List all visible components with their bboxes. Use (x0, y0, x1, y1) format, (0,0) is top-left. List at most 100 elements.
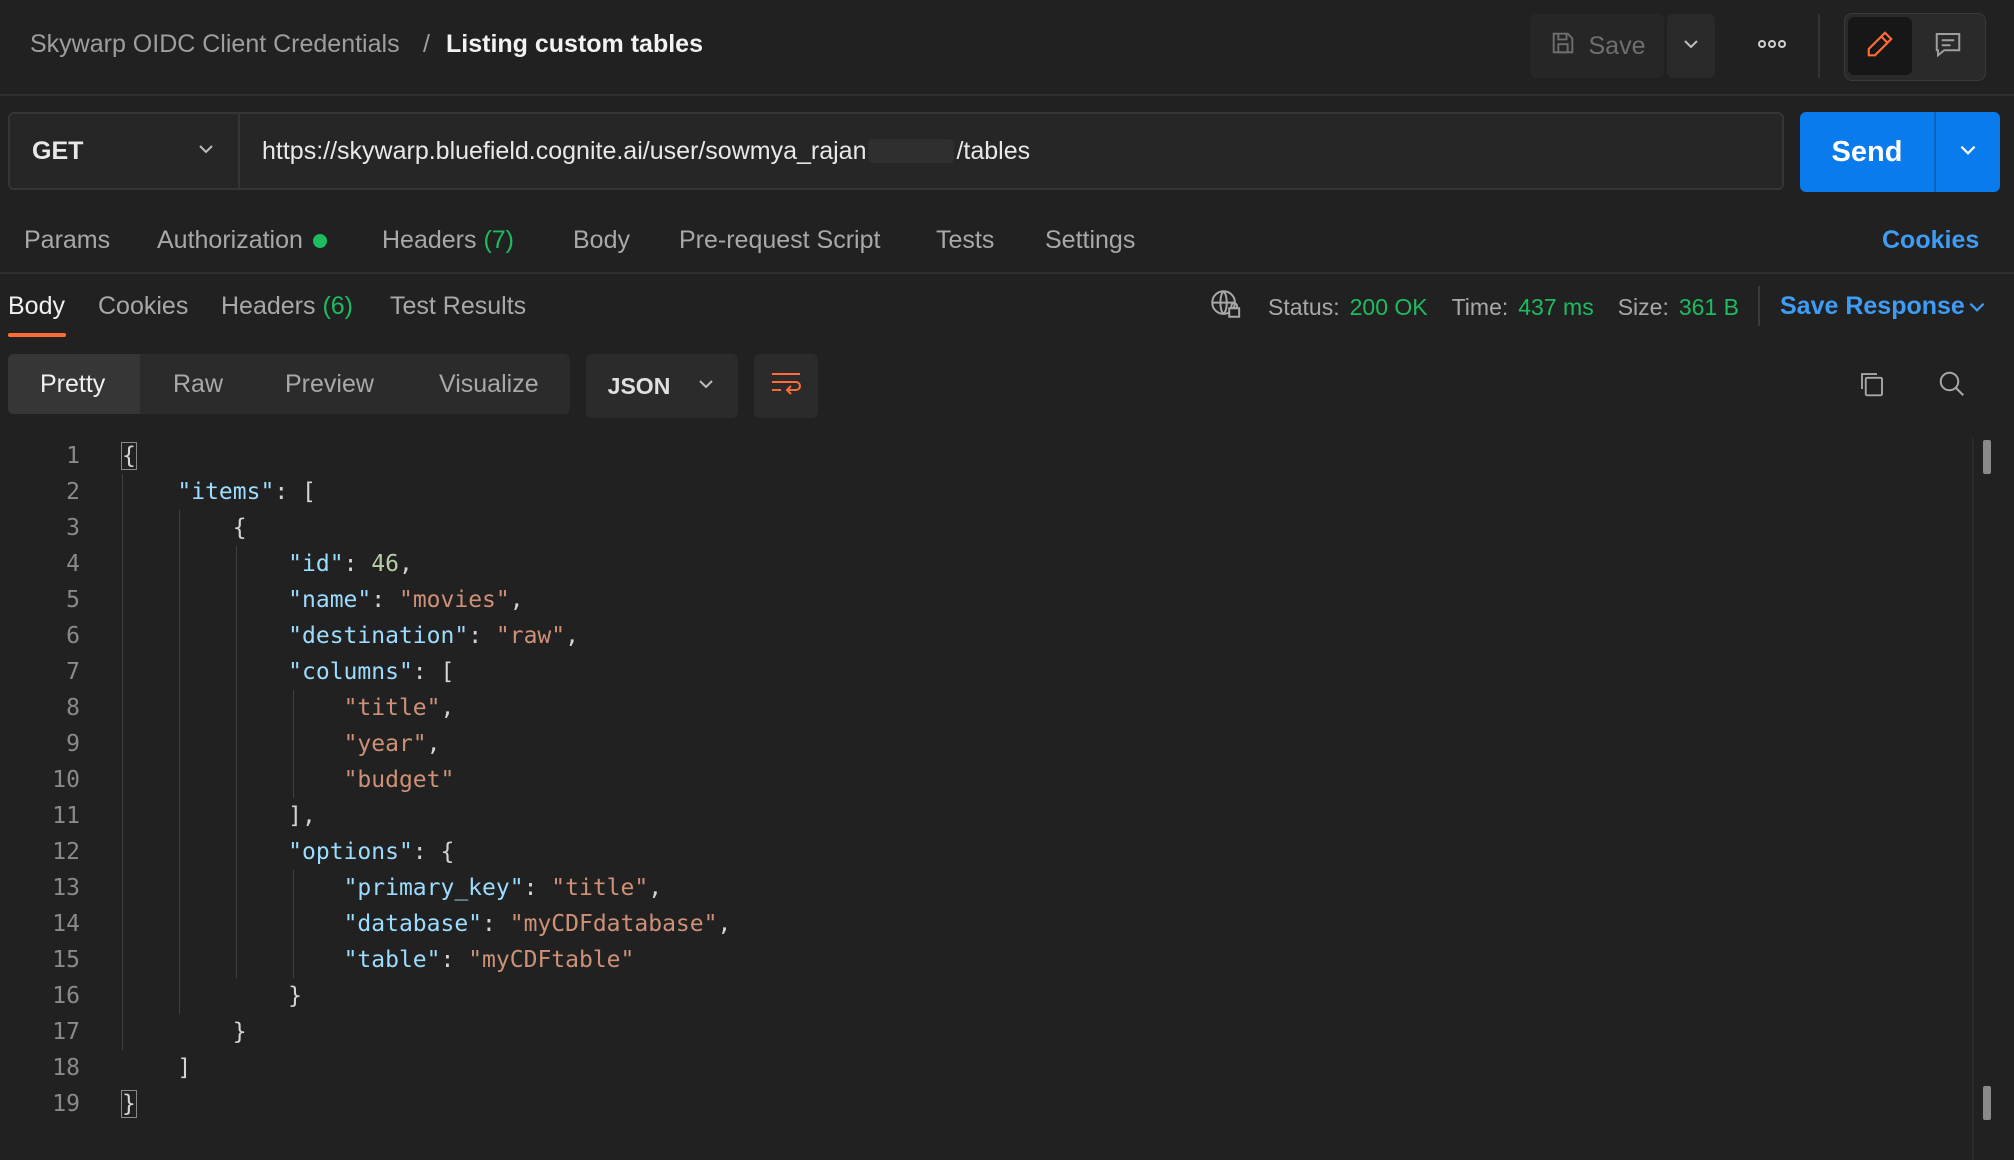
save-button[interactable]: Save (1530, 14, 1664, 78)
size-value[interactable]: 361 B (1679, 294, 1739, 321)
view-raw[interactable]: Raw (173, 370, 223, 399)
chevron-down-icon (196, 139, 216, 164)
save-icon (1549, 29, 1577, 64)
code-line: 18 ] (0, 1050, 1960, 1086)
line-number: 19 (52, 1091, 80, 1117)
response-tab-headers[interactable]: Headers (6) (221, 292, 353, 321)
line-number: 17 (52, 1019, 80, 1045)
scrollbar-marker (1983, 1086, 1991, 1120)
line-number: 15 (52, 947, 80, 973)
code-line: 19} (0, 1086, 1960, 1122)
code-text: "database": "myCDFdatabase", (343, 911, 732, 937)
line-number: 5 (66, 587, 80, 613)
headers-count: (7) (483, 226, 515, 254)
code-line: 17 } (0, 1014, 1960, 1050)
breadcrumb-separator: / (423, 30, 430, 58)
tab-params[interactable]: Params (24, 226, 110, 255)
code-line: 5 "name": "movies", (0, 582, 1960, 618)
code-text: } (122, 983, 303, 1009)
url-prefix: https://skywarp.bluefield.cognite.ai/use… (262, 136, 867, 165)
wrap-lines-button[interactable] (754, 354, 818, 418)
line-number: 8 (66, 695, 80, 721)
search-button[interactable] (1932, 366, 1972, 406)
json-key: "columns" (288, 659, 413, 685)
time-value[interactable]: 437 ms (1518, 294, 1593, 321)
edit-mode-button[interactable] (1848, 17, 1912, 75)
tab-body[interactable]: Body (573, 226, 630, 255)
save-dropdown-button[interactable] (1667, 14, 1715, 78)
ellipsis-icon (1757, 37, 1787, 55)
line-number: 13 (52, 875, 80, 901)
code-line: 16 } (0, 978, 1960, 1014)
code-text: } (121, 1086, 137, 1122)
json-string: "raw" (495, 623, 566, 649)
json-string: "budget" (343, 767, 455, 793)
save-response-button[interactable]: Save Response (1780, 292, 1965, 321)
code-line: 15 "table": "myCDFtable" (0, 942, 1960, 978)
copy-icon (1857, 369, 1887, 404)
tab-authorization[interactable]: Authorization (157, 226, 327, 255)
code-text: "title", (343, 695, 455, 721)
json-string: "movies" (398, 587, 510, 613)
view-preview[interactable]: Preview (285, 370, 374, 399)
code-text: "budget" (122, 762, 455, 798)
scrollbar-track[interactable] (1972, 438, 1974, 1160)
code-text: "items": [ (177, 479, 316, 505)
breadcrumb-collection[interactable]: Skywarp OIDC Client Credentials (30, 30, 400, 59)
code-line: 12 "options": { (0, 834, 1960, 870)
code-line: 3 { (0, 510, 1960, 546)
network-globe-icon[interactable] (1208, 287, 1242, 327)
code-text: "options": { (288, 839, 455, 865)
code-text: ] (122, 1055, 192, 1081)
tab-pre-request-script[interactable]: Pre-request Script (679, 226, 880, 255)
tab-tests[interactable]: Tests (936, 226, 994, 255)
url-suffix: /tables (956, 136, 1031, 165)
code-text: { (121, 438, 137, 474)
chevron-down-icon (1681, 34, 1701, 59)
response-body-editor[interactable]: 1{ 2 "items": [ 3 { 4 "id": 46, 5 "name"… (0, 438, 1960, 1122)
copy-button[interactable] (1852, 366, 1892, 406)
tab-headers[interactable]: Headers (7) (382, 226, 514, 255)
json-string: "myCDFtable" (468, 947, 635, 973)
code-line: 11 ], (0, 798, 1960, 834)
code-text: "table": "myCDFtable" (343, 947, 635, 973)
tab-headers-label: Headers (382, 226, 477, 254)
json-key: "destination" (288, 623, 469, 649)
format-select[interactable]: JSON (586, 354, 738, 418)
code-text: "columns": [ (288, 659, 455, 685)
response-tab-body[interactable]: Body (8, 292, 65, 321)
code-text: "name": "movies", (288, 587, 524, 613)
line-number: 1 (66, 443, 80, 469)
pencil-icon (1865, 29, 1895, 64)
cookies-link[interactable]: Cookies (1882, 226, 1979, 255)
json-string: "title" (343, 695, 441, 721)
breadcrumb-request-name[interactable]: Listing custom tables (446, 30, 703, 59)
json-string: "year" (343, 731, 427, 757)
line-number: 7 (66, 659, 80, 685)
wrap-lines-icon (770, 371, 802, 402)
status-value[interactable]: 200 OK (1350, 294, 1428, 321)
url-input[interactable]: https://skywarp.bluefield.cognite.ai/use… (238, 112, 1784, 190)
send-dropdown-button[interactable] (1936, 112, 2000, 192)
method-select[interactable]: GET (8, 112, 238, 190)
line-number: 9 (66, 731, 80, 757)
more-options-button[interactable] (1740, 14, 1804, 78)
chevron-down-icon[interactable] (1966, 296, 1988, 323)
view-visualize[interactable]: Visualize (439, 370, 539, 399)
code-line: 10 "budget" (0, 762, 1960, 798)
response-tab-cookies[interactable]: Cookies (98, 292, 188, 321)
tab-settings[interactable]: Settings (1045, 226, 1135, 255)
send-button[interactable]: Send (1800, 112, 1934, 192)
comments-button[interactable] (1916, 17, 1980, 75)
response-meta: Status: 200 OK Time: 437 ms Size: 361 B (1208, 290, 1753, 324)
json-number: 46 (371, 551, 399, 577)
response-tab-test-results[interactable]: Test Results (390, 292, 526, 321)
code-line: 6 "destination": "raw", (0, 618, 1960, 654)
line-number: 10 (52, 767, 80, 793)
code-line: 14 "database": "myCDFdatabase", (0, 906, 1960, 942)
comment-icon (1933, 29, 1963, 64)
code-line: 8 "title", (0, 690, 1960, 726)
response-headers-count: (6) (322, 292, 354, 320)
view-pretty[interactable]: Pretty (40, 370, 105, 399)
json-key: "options" (288, 839, 413, 865)
